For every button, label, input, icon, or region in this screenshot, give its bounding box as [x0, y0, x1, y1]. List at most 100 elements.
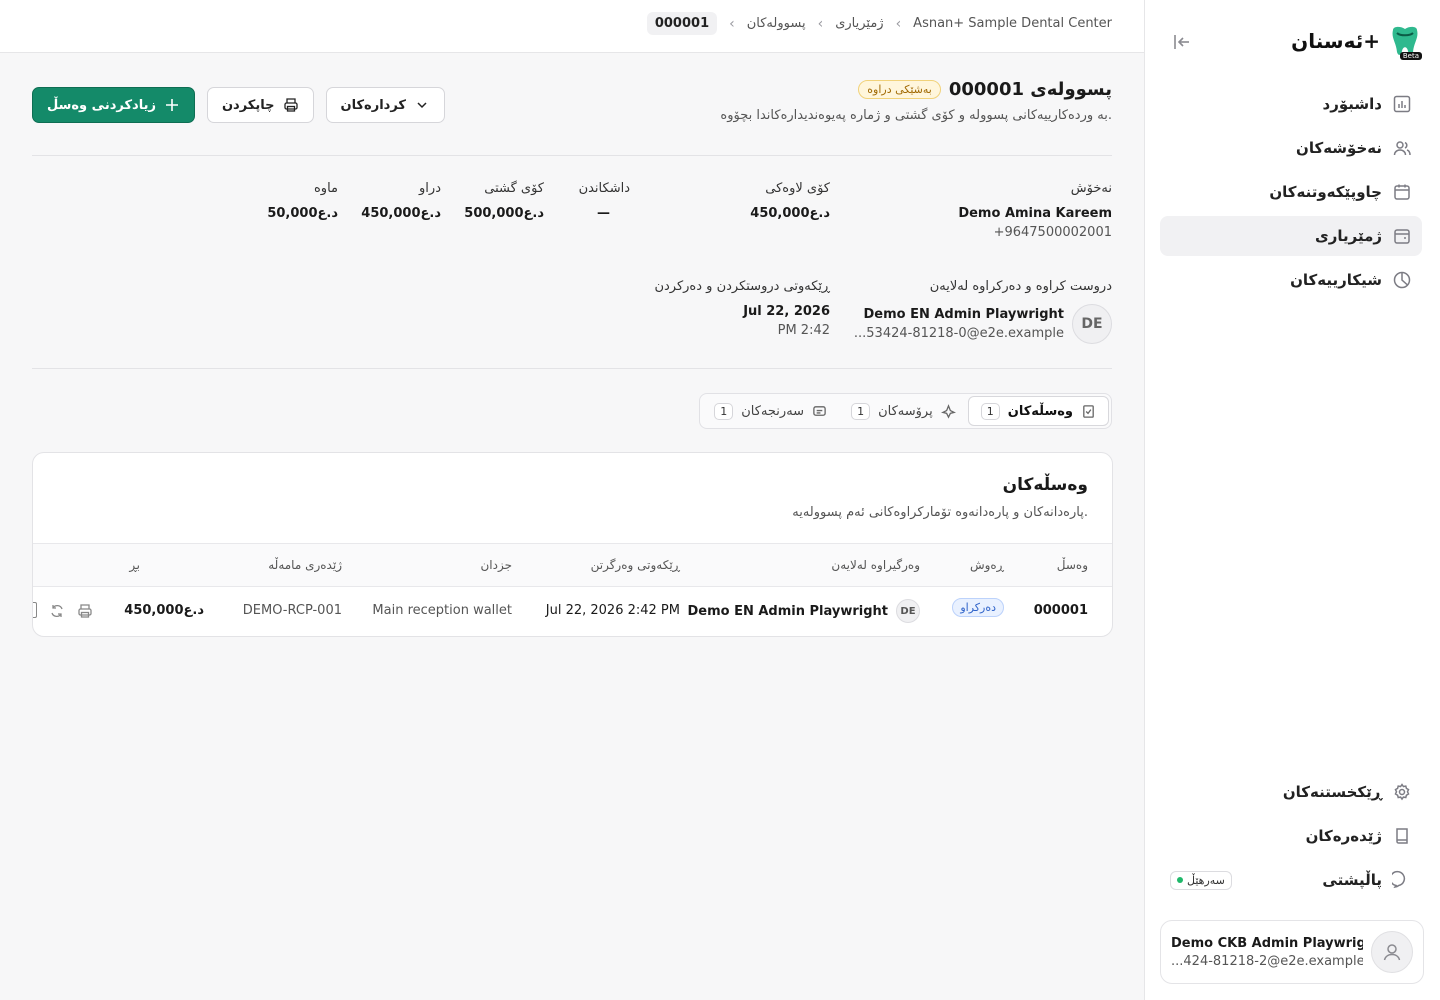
sidebar-item-settings[interactable]: ڕێکخستنەکان [1160, 772, 1422, 812]
note-icon [813, 405, 826, 416]
more-actions-icon[interactable] [33, 602, 37, 618]
sidebar-item-resources[interactable]: ژێدەرەکان [1160, 816, 1422, 856]
sidebar-item-dashboard[interactable]: داشبۆرد [1160, 84, 1422, 124]
paid-label: دراو [419, 181, 441, 196]
breadcrumb-invoices[interactable]: پسوولەکان [747, 16, 806, 31]
sidebar-item-label: شیکارییەکان [1290, 271, 1382, 289]
sidebar-item-label: چاوپێکەوتنەکان [1269, 183, 1382, 201]
chevron-left-icon: ‹ [817, 15, 824, 32]
tab-receipts[interactable]: وەسڵەکان 1 [967, 396, 1109, 426]
collapse-sidebar-icon[interactable] [1171, 31, 1193, 53]
receipts-card: وەسڵەکان پارەدانەکان و پارەدانەوە تۆمارک… [32, 452, 1113, 637]
column-receipt[interactable]: وەسڵ [1057, 558, 1088, 572]
subtotal-field: کۆی لاوەکی 450,000د.ع [750, 181, 830, 221]
user-name: Demo CKB Admin Playwright [1171, 935, 1363, 951]
created-by-label: دروست کراوە و دەرکراوە لەلایەن [929, 279, 1112, 294]
column-status[interactable]: ڕەوش [970, 558, 1004, 572]
total-label: کۆی گشتی [484, 181, 544, 196]
sidebar-item-patients[interactable]: نەخۆشەکان [1160, 128, 1422, 168]
tab-procedures[interactable]: پرۆسەکان 1 [839, 396, 968, 426]
receipt-number[interactable]: 000001 [1034, 603, 1088, 618]
tab-label: سەرنجەکان [741, 403, 805, 419]
created-at-field: ڕێکەوتی دروستکردن و دەرکردن Jul 22, 2026… [654, 279, 830, 338]
breadcrumb-accounting[interactable]: ژمێریاری [835, 16, 883, 31]
sidebar-item-support[interactable]: پاڵپشتی سەرهێڵ [1160, 860, 1422, 900]
received-by: DE Demo EN Admin Playwright [687, 599, 920, 623]
breadcrumb: Asnan+ Sample Dental Center ‹ ژمێریاری ‹… [646, 12, 1112, 35]
created-at-label: ڕێکەوتی دروستکردن و دەرکردن [654, 279, 830, 294]
online-status-badge: سەرهێڵ [1170, 870, 1232, 890]
status-pill: دەرکراو [952, 598, 1004, 617]
refund-icon[interactable] [49, 603, 65, 623]
page-header: پسوولەی 000001 بەشێکی دراوە بە وردەکاریی… [720, 79, 1112, 123]
created-by-email: ...53424-81218-0@e2e.example [853, 326, 1064, 341]
total-value: 500,000د.ع [464, 206, 544, 221]
tab-label: پرۆسەکان [878, 403, 933, 419]
column-reference[interactable]: ژێدەری مامەڵە [268, 558, 342, 572]
column-wallet[interactable]: جزدان [480, 558, 512, 572]
receipt-status: دەرکراو [952, 598, 1004, 617]
book-icon [1392, 826, 1412, 846]
print-label: چاپکردن [221, 97, 275, 113]
column-received-date[interactable]: ڕێکەوتی وەرگرتن [591, 558, 680, 572]
print-button[interactable]: چاپکردن [206, 87, 314, 123]
patient-field: نەخۆش Demo Amina Kareem +9647500002001 [958, 181, 1112, 240]
created-date: Jul 22, 2026 [743, 304, 830, 319]
sidebar-item-appointments[interactable]: چاوپێکەوتنەکان [1160, 172, 1422, 212]
remaining-field: ماوە 50,000د.ع [267, 181, 338, 221]
breadcrumb-current: 000001 [646, 12, 718, 35]
print-receipt-icon[interactable] [77, 603, 93, 623]
sidebar-item-label: ڕێکخستنەکان [1282, 783, 1382, 801]
column-received-by[interactable]: وەرگیراوە لەلایەن [831, 558, 920, 572]
beta-badge: Beta [1399, 52, 1422, 60]
plus-icon [165, 99, 178, 111]
detail-tabs: وەسڵەکان 1 پرۆسەکان 1 سەرنجەکان 1 [699, 393, 1112, 429]
receipt-amount: 450,000د.ع [124, 603, 204, 618]
paid-field: دراو 450,000د.ع [361, 181, 441, 221]
online-dot-icon [1177, 877, 1183, 883]
sidebar-item-accounting[interactable]: ژمێریاری [1160, 216, 1422, 256]
add-receipt-button[interactable]: زیادکردنی وەسڵ [32, 87, 195, 123]
brand-logo[interactable]: ئەسنان+ Beta [1291, 24, 1422, 60]
user-email: ...424-81218-2@e2e.example [1171, 953, 1363, 969]
tooth-logo-icon: Beta [1388, 24, 1422, 60]
page-subtitle: بە وردەکارییەکانی پسوولە و کۆی گشتی و ژم… [720, 108, 1112, 123]
remaining-label: ماوە [313, 181, 338, 196]
header-divider [32, 155, 1112, 156]
avatar: DE [1072, 304, 1112, 344]
online-status-label: سەرهێڵ [1187, 873, 1225, 887]
transaction-reference: DEMO-RCP-001 [242, 603, 342, 618]
created-by-person: DE Demo EN Admin Playwright ...53424-812… [854, 304, 1112, 344]
tab-label: وەسڵەکان [1007, 403, 1073, 419]
chevron-left-icon: ‹ [895, 15, 902, 32]
chevron-left-icon: ‹ [729, 15, 735, 32]
chart-icon [1392, 94, 1412, 114]
table-header: وەسڵ ڕەوش وەرگیراوە لەلایەن ڕێکەوتی وەرگ… [33, 543, 1112, 587]
column-amount[interactable]: بڕ [129, 558, 140, 572]
pie-icon [1392, 270, 1412, 290]
breadcrumb-clinic[interactable]: Asnan+ Sample Dental Center [913, 16, 1112, 31]
tab-notes[interactable]: سەرنجەکان 1 [702, 396, 839, 426]
add-receipt-label: زیادکردنی وەسڵ [47, 97, 156, 113]
patient-phone: +9647500002001 [993, 225, 1112, 240]
patient-name[interactable]: Demo Amina Kareem [958, 206, 1112, 221]
gear-icon [1392, 782, 1412, 802]
main-nav: داشبۆرد نەخۆشەکان چاوپێکەوتنەکان ژمێریار… [1160, 84, 1422, 304]
receipts-title: وەسڵەکان [1002, 475, 1088, 495]
tab-count: 1 [851, 402, 871, 420]
sidebar-item-label: پاڵپشتی [1322, 871, 1382, 889]
sidebar-item-analytics[interactable]: شیکارییەکان [1160, 260, 1422, 300]
actions-dropdown[interactable]: کردارەکان [325, 87, 445, 123]
wallet-icon [1392, 226, 1412, 246]
page-actions: زیادکردنی وەسڵ چاپکردن کردارەکان [32, 87, 445, 123]
receipts-subtitle: پارەدانەکان و پارەدانەوە تۆمارکراوەکانی … [792, 505, 1088, 520]
discount-value: — [597, 206, 610, 221]
remaining-value: 50,000د.ع [267, 206, 338, 221]
discount-field: داشکاندن — [579, 181, 630, 221]
users-icon [1392, 138, 1412, 158]
patient-label: نەخۆش [1070, 181, 1112, 196]
user-menu[interactable]: Demo CKB Admin Playwright ...424-81218-2… [1160, 920, 1424, 984]
table-row[interactable]: 000001 دەرکراو DE Demo EN Admin Playwrig… [33, 587, 1112, 636]
status-badge: بەشێکی دراوە [858, 80, 941, 99]
procedure-icon [940, 403, 956, 419]
